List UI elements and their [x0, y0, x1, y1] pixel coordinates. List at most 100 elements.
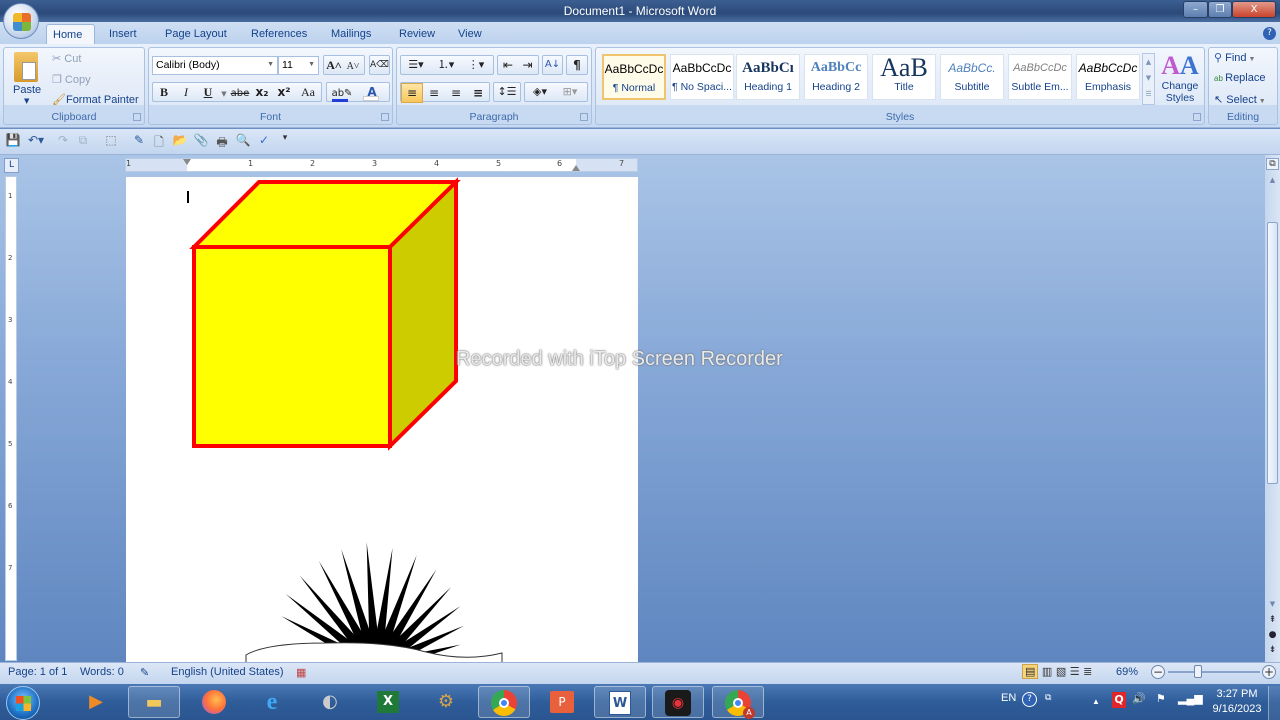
- highlight-color-button[interactable]: ab✎: [327, 83, 357, 103]
- edit-icon[interactable]: ✎: [130, 133, 148, 147]
- vertical-ruler[interactable]: 1 2 3 4 5 6 7: [5, 176, 17, 661]
- vertical-scroll-thumb[interactable]: [1267, 222, 1278, 484]
- close-button[interactable]: X: [1232, 1, 1276, 18]
- page-count[interactable]: Page: 1 of 1: [8, 666, 67, 678]
- taskbar-firefox[interactable]: [188, 686, 240, 718]
- new-document-icon[interactable]: 🗋: [150, 133, 168, 154]
- language-help-icon[interactable]: ?: [1022, 692, 1037, 707]
- justify-button[interactable]: ≡: [467, 84, 489, 102]
- next-page-icon[interactable]: ⇟: [1266, 645, 1279, 655]
- tab-review[interactable]: Review: [393, 24, 441, 44]
- tab-references[interactable]: References: [245, 24, 313, 44]
- undo-icon[interactable]: ↶▾: [24, 133, 48, 147]
- dialog-launcher-icon[interactable]: [580, 113, 588, 121]
- line-spacing-button[interactable]: ↕☰: [493, 82, 521, 102]
- font-size-dropdown[interactable]: 11 ▼: [278, 56, 319, 75]
- align-center-button[interactable]: ≡: [423, 84, 445, 102]
- spelling-icon[interactable]: ✓: [255, 133, 273, 147]
- volume-icon[interactable]: 🔊: [1132, 692, 1146, 705]
- italic-button[interactable]: I: [175, 83, 197, 101]
- shading-button[interactable]: ◈▾: [525, 83, 555, 101]
- more-styles-icon[interactable]: ☰: [1143, 86, 1154, 102]
- style-heading-1[interactable]: AaBbCı Heading 1: [736, 54, 800, 100]
- align-left-button[interactable]: ≡: [401, 83, 423, 103]
- save-icon[interactable]: 💾: [4, 133, 22, 147]
- show-desktop-button[interactable]: [1268, 686, 1280, 720]
- grow-font-button[interactable]: A˄: [324, 56, 344, 74]
- underline-button[interactable]: U: [197, 83, 219, 101]
- style-normal[interactable]: AaBbCcDc ¶ Normal: [602, 54, 666, 100]
- clock[interactable]: 3:27 PM 9/16/2023: [1210, 687, 1264, 717]
- taskbar-itop-recorder[interactable]: ◉: [652, 686, 704, 718]
- style-title[interactable]: AaB Title: [872, 54, 936, 100]
- taskbar-chrome[interactable]: [478, 686, 530, 718]
- font-name-dropdown[interactable]: Calibri (Body) ▼: [152, 56, 278, 75]
- scroll-up-icon[interactable]: ▲: [1143, 54, 1154, 70]
- zoom-slider-thumb[interactable]: [1194, 665, 1203, 678]
- align-right-button[interactable]: ≡: [445, 84, 467, 102]
- scroll-down-arrow-icon[interactable]: ▼: [1266, 600, 1279, 608]
- cube-shape[interactable]: [189, 177, 461, 451]
- customize-qat-icon[interactable]: ▾: [276, 133, 294, 143]
- draft-view-icon[interactable]: ≣: [1083, 665, 1092, 678]
- browse-object-icon[interactable]: ●: [1266, 630, 1279, 640]
- subscript-button[interactable]: x₂: [251, 83, 273, 101]
- language-indicator[interactable]: EN: [1001, 692, 1016, 704]
- tab-home[interactable]: Home: [46, 24, 95, 44]
- print-layout-view-icon[interactable]: ▤: [1022, 664, 1039, 679]
- zoom-in-button[interactable]: +: [1262, 665, 1276, 679]
- horizontal-ruler[interactable]: 1 1 2 3 4 5 6 7: [125, 158, 638, 172]
- macro-recording-icon[interactable]: ▦: [296, 666, 306, 679]
- language-options-icon[interactable]: ⧉: [1045, 692, 1051, 703]
- style-emphasis[interactable]: AaBbCcDc Emphasis: [1076, 54, 1140, 100]
- style-no-spaci[interactable]: AaBbCcDc ¶ No Spaci...: [670, 54, 734, 100]
- previous-page-icon[interactable]: ⇞: [1266, 615, 1279, 625]
- taskbar-media-player[interactable]: ▶: [70, 686, 122, 718]
- find-button[interactable]: ⚲ Find ▼: [1214, 51, 1255, 64]
- document-page[interactable]: [126, 177, 638, 662]
- wave-shape[interactable]: [245, 642, 503, 662]
- language-status[interactable]: English (United States): [171, 666, 284, 678]
- cut-button[interactable]: ✂ Cut: [52, 52, 81, 65]
- outline-view-icon[interactable]: ☰: [1070, 665, 1080, 678]
- styles-scroll[interactable]: ▲ ▼ ☰: [1142, 53, 1155, 105]
- zoom-level[interactable]: 69%: [1116, 666, 1138, 678]
- tab-insert[interactable]: Insert: [103, 24, 143, 44]
- multilevel-list-button[interactable]: ⋮▾: [461, 56, 491, 74]
- shrink-font-button[interactable]: A˅: [344, 58, 362, 76]
- first-line-indent-marker[interactable]: [183, 159, 191, 165]
- bullets-button[interactable]: ☰▾: [401, 56, 431, 74]
- copy-button[interactable]: ❐ Copy: [52, 73, 91, 86]
- font-color-button[interactable]: A: [357, 83, 387, 101]
- clear-formatting-button[interactable]: A⌫: [369, 55, 390, 75]
- action-center-flag-icon[interactable]: ⚑: [1156, 692, 1166, 705]
- taskbar-chrome-profile[interactable]: A: [712, 686, 764, 719]
- taskbar-powerpoint[interactable]: P: [536, 686, 588, 718]
- open-folder-icon[interactable]: 📂: [171, 133, 189, 147]
- style-subtle-em[interactable]: AaBbCcDc Subtle Em...: [1008, 54, 1072, 100]
- full-screen-reading-view-icon[interactable]: ▥: [1042, 665, 1052, 678]
- network-signal-icon[interactable]: ▂▄▆: [1178, 692, 1203, 705]
- format-painter-button[interactable]: 🖌Format Painter: [52, 93, 139, 106]
- style-subtitle[interactable]: AaBbCc. Subtitle: [940, 54, 1004, 100]
- change-styles-button[interactable]: AA Change Styles: [1158, 52, 1202, 110]
- tab-view[interactable]: View: [452, 24, 488, 44]
- help-icon[interactable]: ?: [1263, 27, 1276, 40]
- scroll-up-arrow-icon[interactable]: ▲: [1266, 176, 1279, 184]
- increase-indent-button[interactable]: ⇥: [518, 56, 537, 74]
- split-view-icon[interactable]: ⧉: [1266, 158, 1279, 170]
- tab-page-layout[interactable]: Page Layout: [159, 24, 233, 44]
- taskbar-internet-explorer[interactable]: e: [246, 686, 298, 718]
- restore-button[interactable]: ❐: [1208, 1, 1232, 18]
- decrease-indent-button[interactable]: ⇤: [498, 56, 518, 74]
- office-button[interactable]: [3, 3, 39, 39]
- tab-mailings[interactable]: Mailings: [325, 24, 377, 44]
- change-case-button[interactable]: Aa: [295, 83, 321, 101]
- minimize-button[interactable]: –: [1183, 1, 1208, 18]
- taskbar-app-listen[interactable]: ◐: [304, 686, 356, 718]
- show-hidden-icons[interactable]: ▲: [1092, 697, 1100, 706]
- dialog-launcher-icon[interactable]: [133, 113, 141, 121]
- word-count[interactable]: Words: 0: [80, 666, 124, 678]
- superscript-button[interactable]: x²: [273, 83, 295, 101]
- tab-selector-icon[interactable]: L: [4, 158, 19, 173]
